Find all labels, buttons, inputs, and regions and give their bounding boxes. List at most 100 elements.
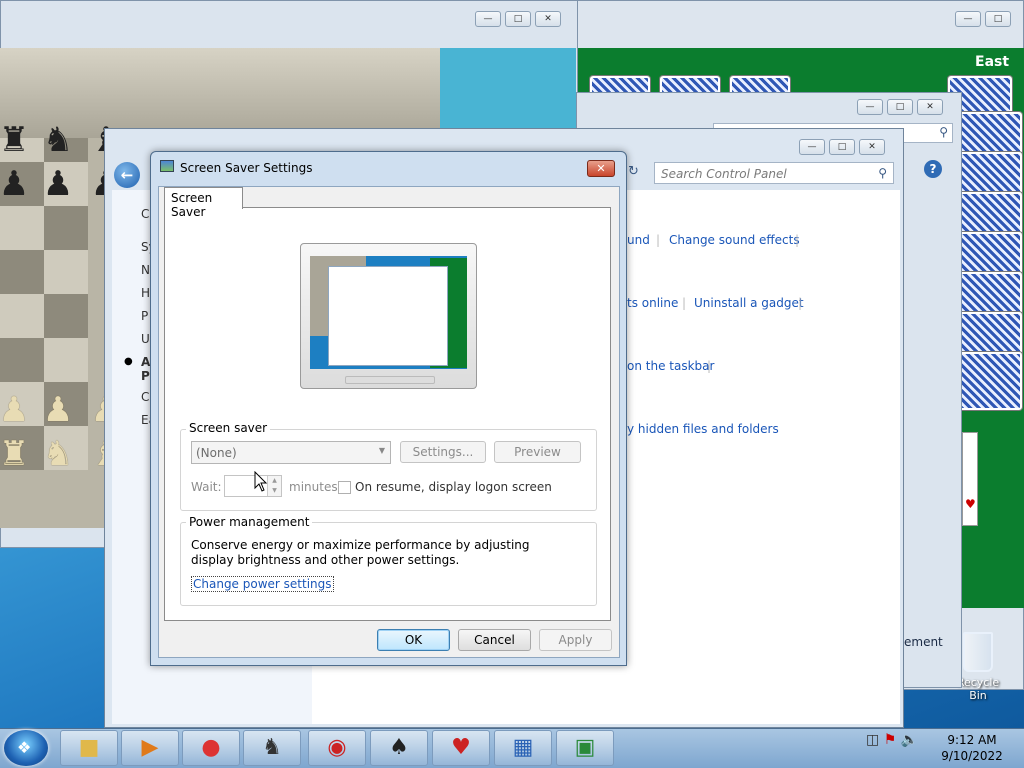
- gadgets-online-link[interactable]: ts online: [627, 296, 678, 310]
- network-icon[interactable]: ◫: [866, 732, 879, 748]
- chess-window-controls[interactable]: — □ ✕: [475, 11, 561, 27]
- back-window-controls[interactable]: — □ ✕: [857, 99, 943, 115]
- taskbar-chess[interactable]: ♞: [243, 730, 301, 766]
- taskbar-spider-solitaire[interactable]: ♠: [370, 730, 428, 766]
- tab-screen-saver[interactable]: Screen Saver: [164, 187, 243, 219]
- white-knight-icon[interactable]: ♞: [36, 432, 80, 476]
- refresh-icon[interactable]: ↻: [628, 164, 639, 179]
- close-icon[interactable]: ✕: [859, 139, 885, 155]
- taskbar-explorer[interactable]: ■: [60, 730, 118, 766]
- taskbar-hearts[interactable]: ♥: [432, 730, 490, 766]
- left-pane-item[interactable]: C: [141, 390, 149, 404]
- card-back[interactable]: [958, 272, 1022, 316]
- action-center-icon[interactable]: ⚑: [884, 732, 897, 748]
- link-separator: |: [656, 233, 661, 247]
- heart-icon: ♥: [451, 735, 471, 760]
- change-power-settings-link[interactable]: Change power settings: [191, 576, 334, 592]
- sound-link-fragment[interactable]: und: [627, 233, 650, 247]
- left-pane-item[interactable]: N: [141, 263, 150, 277]
- monitor-stand: [345, 376, 435, 384]
- card-back[interactable]: [958, 192, 1022, 236]
- system-tray: ◫ ⚑ 🔈: [866, 732, 918, 748]
- cancel-button[interactable]: Cancel: [458, 629, 531, 651]
- preview-control-panel-window: [328, 266, 448, 366]
- folder-icon: ■: [78, 735, 100, 760]
- white-pawn-icon[interactable]: ♟: [36, 388, 80, 432]
- left-pane-item[interactable]: P: [141, 309, 148, 323]
- windows-logo-icon: ❖: [17, 738, 32, 757]
- solitaire-window-controls[interactable]: — □: [955, 11, 1011, 27]
- close-icon[interactable]: ✕: [917, 99, 943, 115]
- chess-side-panel: [440, 48, 576, 138]
- game-icon: ◉: [327, 735, 347, 760]
- left-pane-item-selected[interactable]: A: [141, 355, 150, 369]
- card-back[interactable]: [958, 152, 1022, 196]
- played-card[interactable]: ♥: [962, 432, 978, 526]
- card-back[interactable]: [958, 352, 1022, 410]
- taskbar-control-panel[interactable]: ▦: [494, 730, 552, 766]
- resume-logon-label[interactable]: On resume, display logon screen: [355, 480, 552, 494]
- maximize-icon[interactable]: □: [887, 99, 913, 115]
- spin-arrows-icon[interactable]: ▲ ▼: [267, 476, 281, 496]
- preview-button[interactable]: Preview: [494, 441, 581, 463]
- resume-logon-checkbox[interactable]: [338, 481, 351, 494]
- taskbar-display-settings[interactable]: ▣: [556, 730, 614, 766]
- white-pawn-icon[interactable]: ♟: [0, 388, 36, 432]
- black-pawn-icon[interactable]: ♟: [0, 162, 36, 206]
- black-pawn-icon[interactable]: ♟: [36, 162, 80, 206]
- search-icon: ⚲: [878, 166, 887, 180]
- taskbar-media-player[interactable]: ▶: [121, 730, 179, 766]
- search-icon: ⚲: [939, 125, 948, 139]
- screen-saver-group-label: Screen saver: [186, 421, 271, 435]
- start-button[interactable]: ❖: [4, 730, 48, 766]
- left-pane-item[interactable]: H: [141, 286, 150, 300]
- display-icon: [160, 160, 174, 172]
- search-input[interactable]: Search Control Panel ⚲: [654, 162, 894, 184]
- close-icon[interactable]: ✕: [535, 11, 561, 27]
- card-back[interactable]: [958, 312, 1022, 356]
- volume-icon[interactable]: 🔈: [901, 732, 918, 748]
- black-rook-icon[interactable]: ♜: [0, 118, 36, 162]
- minimize-icon[interactable]: —: [857, 99, 883, 115]
- left-pane-item-selected-line2[interactable]: P: [141, 369, 150, 383]
- power-description: Conserve energy or maximize performance …: [191, 538, 530, 567]
- minimize-icon[interactable]: —: [475, 11, 501, 27]
- link-separator: |: [795, 233, 800, 247]
- change-sound-effects-link[interactable]: Change sound effects: [669, 233, 800, 247]
- clock[interactable]: 9:12 AM 9/10/2022: [940, 732, 1004, 764]
- taskbar-link[interactable]: on the taskbar: [627, 359, 714, 373]
- left-pane-item[interactable]: C: [141, 207, 149, 221]
- minimize-icon[interactable]: —: [799, 139, 825, 155]
- white-rook-icon[interactable]: ♜: [0, 432, 36, 476]
- card-back[interactable]: [958, 232, 1022, 276]
- card-back[interactable]: [958, 112, 1022, 156]
- taskbar-hearts-game[interactable]: ◉: [308, 730, 366, 766]
- screen-saver-select[interactable]: (None) ▼: [191, 441, 391, 464]
- close-button[interactable]: ✕: [587, 160, 615, 177]
- search-placeholder: Search Control Panel: [661, 167, 787, 181]
- back-arrow-icon[interactable]: ←: [114, 162, 140, 188]
- minimize-icon[interactable]: —: [955, 11, 981, 27]
- maximize-icon[interactable]: □: [829, 139, 855, 155]
- ok-button[interactable]: OK: [377, 629, 450, 651]
- chess-icon: ♞: [262, 735, 282, 760]
- settings-button[interactable]: Settings...: [400, 441, 486, 463]
- selected-bullet-icon: ●: [124, 356, 133, 367]
- control-panel-icon: ▦: [512, 735, 534, 760]
- uninstall-gadget-link[interactable]: Uninstall a gadget: [694, 296, 804, 310]
- black-knight-icon[interactable]: ♞: [36, 118, 80, 162]
- taskbar-chrome[interactable]: ●: [182, 730, 240, 766]
- heart-suit-icon: ♥: [965, 497, 976, 511]
- maximize-icon[interactable]: □: [505, 11, 531, 27]
- link-separator: |: [682, 296, 687, 310]
- chrome-icon: ●: [201, 735, 221, 760]
- wait-label: Wait:: [191, 480, 222, 494]
- chevron-down-icon: ▼: [378, 446, 385, 455]
- hidden-files-link[interactable]: y hidden files and folders: [627, 422, 779, 436]
- apply-button[interactable]: Apply: [539, 629, 612, 651]
- wait-minutes-stepper[interactable]: ▲ ▼: [224, 475, 282, 497]
- maximize-icon[interactable]: □: [985, 11, 1011, 27]
- left-pane-item[interactable]: U: [141, 332, 150, 346]
- control-panel-window-controls[interactable]: — □ ✕: [799, 139, 885, 155]
- help-icon[interactable]: ?: [924, 160, 942, 178]
